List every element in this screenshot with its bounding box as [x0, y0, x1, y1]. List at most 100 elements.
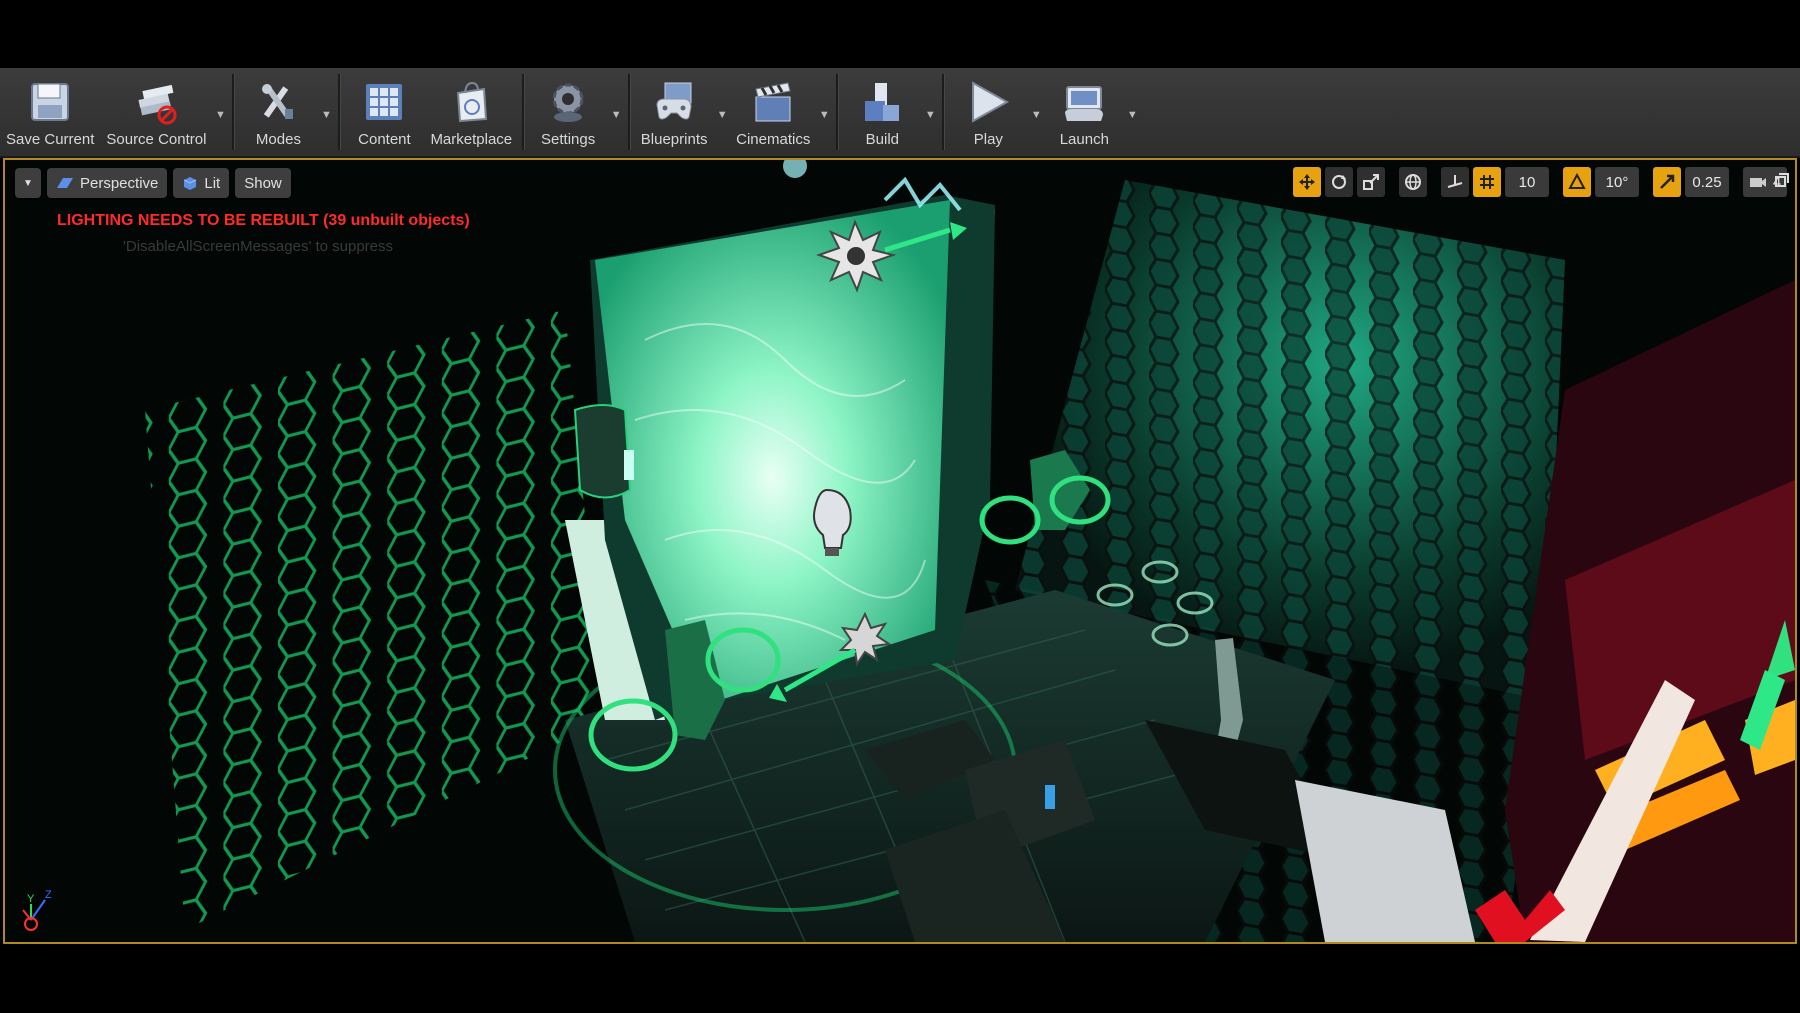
scale-icon	[1363, 174, 1379, 190]
show-button[interactable]: Show	[235, 168, 291, 198]
maximize-viewport-icon[interactable]	[1775, 173, 1789, 187]
settings-button[interactable]: Settings	[528, 68, 608, 156]
scale-snap-label: 0.25	[1692, 173, 1722, 191]
launch-dropdown[interactable]: ▼	[1124, 68, 1140, 156]
chevron-down-icon: ▼	[924, 109, 936, 121]
toolbar-separator	[232, 74, 235, 150]
surface-snapping-button[interactable]	[1441, 167, 1469, 197]
launch-button[interactable]: Launch	[1044, 68, 1124, 156]
cinematics-dropdown[interactable]: ▼	[816, 68, 832, 156]
marketplace-button[interactable]: Marketplace	[424, 68, 518, 156]
rotation-snap-toggle[interactable]	[1563, 167, 1591, 197]
suppress-messages-hint: 'DisableAllScreenMessages' to suppress	[123, 238, 394, 255]
settings-label: Settings	[541, 131, 596, 148]
build-button[interactable]: Build	[842, 68, 922, 156]
source-control-dropdown[interactable]: ▼	[212, 68, 228, 156]
toolbar-separator	[522, 74, 525, 150]
camera-speed-icon	[1749, 178, 1766, 187]
cinematics-label: Cinematics	[736, 131, 811, 148]
svg-text:Z: Z	[45, 889, 52, 901]
modes-icon	[262, 84, 294, 119]
chevron-down-icon: ▼	[214, 109, 226, 121]
grid-snap-toggle[interactable]	[1473, 167, 1501, 197]
letterbox-top	[0, 0, 1800, 68]
view-mode-button[interactable]: Perspective	[47, 168, 168, 198]
rotation-snap-value[interactable]: 10°	[1595, 167, 1639, 197]
angle-icon	[1568, 173, 1586, 189]
save-current-button[interactable]: Save Current	[0, 68, 100, 156]
marketplace-icon	[457, 81, 488, 123]
cinematics-icon	[755, 82, 791, 122]
lighting-mode-label: Lit	[204, 174, 221, 192]
toolbar-separator	[338, 74, 341, 150]
show-label: Show	[244, 174, 282, 192]
lit-icon	[184, 177, 197, 190]
settings-dropdown[interactable]: ▼	[608, 68, 624, 156]
source-control-label: Source Control	[106, 131, 207, 148]
save-current-label: Save Current	[6, 131, 95, 148]
rotate-tool-button[interactable]	[1325, 167, 1353, 197]
save-icon	[31, 83, 70, 121]
level-viewport[interactable]: ▼ Perspective Lit Show 10 10° 0.25 4 LIG…	[3, 158, 1797, 944]
play-icon	[972, 81, 1010, 123]
rotation-snap-label: 10°	[1605, 173, 1629, 191]
play-button[interactable]: Play	[948, 68, 1028, 156]
chevron-down-icon: ▼	[716, 109, 728, 121]
scene-render	[5, 160, 1795, 942]
chevron-down-icon: ▼	[1126, 109, 1138, 121]
modes-label: Modes	[255, 131, 301, 148]
scale-tool-button[interactable]	[1357, 167, 1385, 197]
launch-icon	[1065, 86, 1104, 121]
content-icon	[366, 84, 403, 120]
blueprints-label: Blueprints	[640, 131, 708, 148]
grid-icon	[1480, 175, 1494, 189]
toolbar-separator	[942, 74, 945, 150]
scale-snap-toggle[interactable]	[1653, 167, 1681, 197]
blueprints-dropdown[interactable]: ▼	[714, 68, 730, 156]
play-label: Play	[973, 131, 1003, 148]
translate-tool-button[interactable]	[1293, 167, 1321, 197]
surface-snap-icon	[1447, 175, 1463, 188]
launch-label: Launch	[1059, 131, 1109, 148]
view-mode-label: Perspective	[80, 174, 159, 192]
viewport-toolbar-left: ▼ Perspective Lit Show	[15, 168, 291, 198]
globe-icon	[1405, 174, 1421, 190]
viewport-options-button[interactable]: ▼	[15, 168, 41, 198]
grid-snap-label: 10	[1518, 173, 1536, 191]
content-button[interactable]: Content	[344, 68, 424, 156]
axis-gizmo-icon: Y Z	[22, 889, 52, 931]
perspective-icon	[57, 178, 73, 188]
play-dropdown[interactable]: ▼	[1028, 68, 1044, 156]
modes-button[interactable]: Modes	[238, 68, 318, 156]
world-local-toggle[interactable]	[1399, 167, 1427, 197]
settings-icon	[552, 83, 584, 122]
build-dropdown[interactable]: ▼	[922, 68, 938, 156]
toolbar-separator	[628, 74, 631, 150]
chevron-down-icon: ▼	[320, 109, 332, 121]
lighting-mode-button[interactable]: Lit	[173, 168, 230, 198]
source-control-icon	[138, 84, 177, 125]
scale-snap-value[interactable]: 0.25	[1685, 167, 1729, 197]
toolbar-separator	[836, 74, 839, 150]
modes-dropdown[interactable]: ▼	[318, 68, 334, 156]
chevron-down-icon: ▼	[1030, 109, 1042, 121]
blueprints-button[interactable]: Blueprints	[634, 68, 714, 156]
svg-text:Y: Y	[27, 893, 35, 905]
letterbox-bottom	[0, 946, 1800, 1013]
cinematics-button[interactable]: Cinematics	[730, 68, 816, 156]
blueprints-icon	[656, 82, 692, 120]
chevron-down-icon: ▼	[610, 109, 622, 121]
viewport-toolbar-right: 10 10° 0.25 4	[1293, 167, 1787, 197]
chevron-down-icon: ▼	[23, 177, 33, 189]
grid-snap-value[interactable]: 10	[1505, 167, 1549, 197]
scale-snap-icon	[1660, 174, 1675, 189]
lighting-rebuild-warning: LIGHTING NEEDS TO BE REBUILT (39 unbuilt…	[57, 212, 470, 229]
build-label: Build	[865, 131, 899, 148]
chevron-down-icon: ▼	[818, 109, 830, 121]
content-label: Content	[358, 131, 411, 148]
rotate-icon	[1332, 175, 1346, 189]
move-icon	[1299, 174, 1315, 190]
source-control-button[interactable]: Source Control	[100, 68, 212, 156]
build-icon	[865, 83, 900, 121]
marketplace-label: Marketplace	[430, 131, 513, 148]
